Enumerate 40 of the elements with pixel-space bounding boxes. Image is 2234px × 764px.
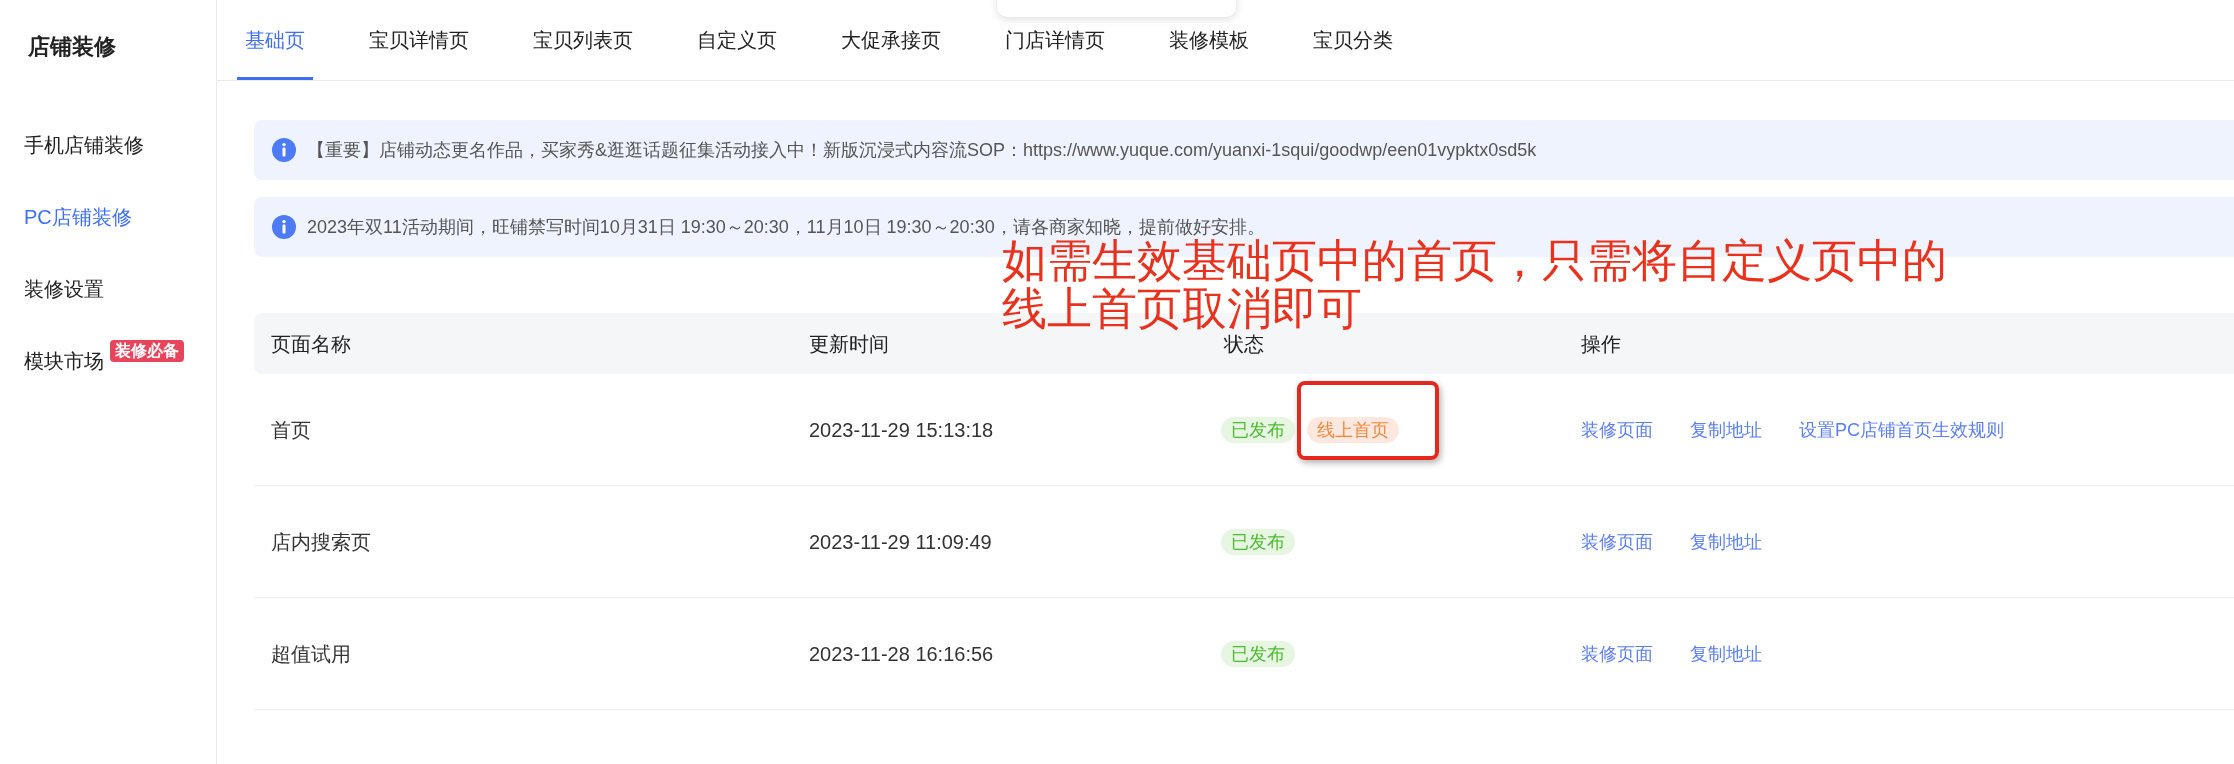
sidebar-item[interactable]: PC店铺装修 xyxy=(24,205,132,229)
sidebar-item[interactable]: 手机店铺装修 xyxy=(24,133,144,157)
table-cell: 店内搜索页 xyxy=(271,529,371,554)
sidebar-badge: 装修必备 xyxy=(110,340,184,362)
status-tag: 线上首页 xyxy=(1307,416,1399,443)
action-link[interactable]: 装修页面 xyxy=(1581,530,1653,553)
notice-text: 【重要】店铺动态更名作品，买家秀&逛逛话题征集活动接入中！新版沉浸式内容流SOP：https://www.yuque.com/yuanxi-1squi/goodwp/een01vypktx0sd5k xyxy=(307,141,1537,159)
table-cell: 2023-11-28 16:16:56 xyxy=(809,641,994,666)
column-header: 更新时间 xyxy=(809,333,889,354)
table-cell: 2023-11-29 15:13:18 xyxy=(809,417,994,442)
status-tag: 已发布 xyxy=(1221,640,1295,667)
tab[interactable]: 宝贝列表页 xyxy=(525,22,641,80)
action-link[interactable]: 复制地址 xyxy=(1690,530,1762,553)
tab[interactable]: 大促承接页 xyxy=(833,22,949,80)
tab[interactable]: 基础页 xyxy=(237,22,313,80)
sidebar-title: 店铺装修 xyxy=(28,33,116,61)
tab[interactable]: 宝贝详情页 xyxy=(361,22,477,80)
action-link[interactable]: 装修页面 xyxy=(1581,418,1653,441)
notice-text: 2023年双11活动期间，旺铺禁写时间10月31日 19:30～20:30，11月10日 19:30～20:30，请各商家知晓，提前做好安排。 xyxy=(307,218,1265,236)
column-header: 页面名称 xyxy=(271,333,351,354)
action-link[interactable]: 复制地址 xyxy=(1690,642,1762,665)
annotation-text: 如需生效基础页中的首页，只需将自定义页中的线上首页取消即可 xyxy=(1002,237,1948,333)
table-cell: 2023-11-29 11:09:49 xyxy=(809,529,992,554)
sidebar-item[interactable]: 模块市场 xyxy=(24,349,104,373)
tab[interactable]: 宝贝分类 xyxy=(1305,22,1401,80)
action-link[interactable]: 复制地址 xyxy=(1690,418,1762,441)
info-icon xyxy=(272,138,296,162)
status-tag: 已发布 xyxy=(1221,528,1295,555)
table-cell: 超值试用 xyxy=(271,641,351,666)
status-tag: 已发布 xyxy=(1221,416,1295,443)
column-header: 状态 xyxy=(1224,333,1264,354)
action-link[interactable]: 设置PC店铺首页生效规则 xyxy=(1799,418,2004,441)
info-icon xyxy=(272,215,296,239)
action-link[interactable]: 装修页面 xyxy=(1581,642,1653,665)
column-header: 操作 xyxy=(1581,333,1621,354)
table-cell: 首页 xyxy=(271,417,311,442)
tab[interactable]: 自定义页 xyxy=(689,22,785,80)
tab[interactable]: 装修模板 xyxy=(1161,22,1257,80)
sidebar-item[interactable]: 装修设置 xyxy=(24,277,104,301)
tab[interactable]: 门店详情页 xyxy=(997,22,1113,80)
